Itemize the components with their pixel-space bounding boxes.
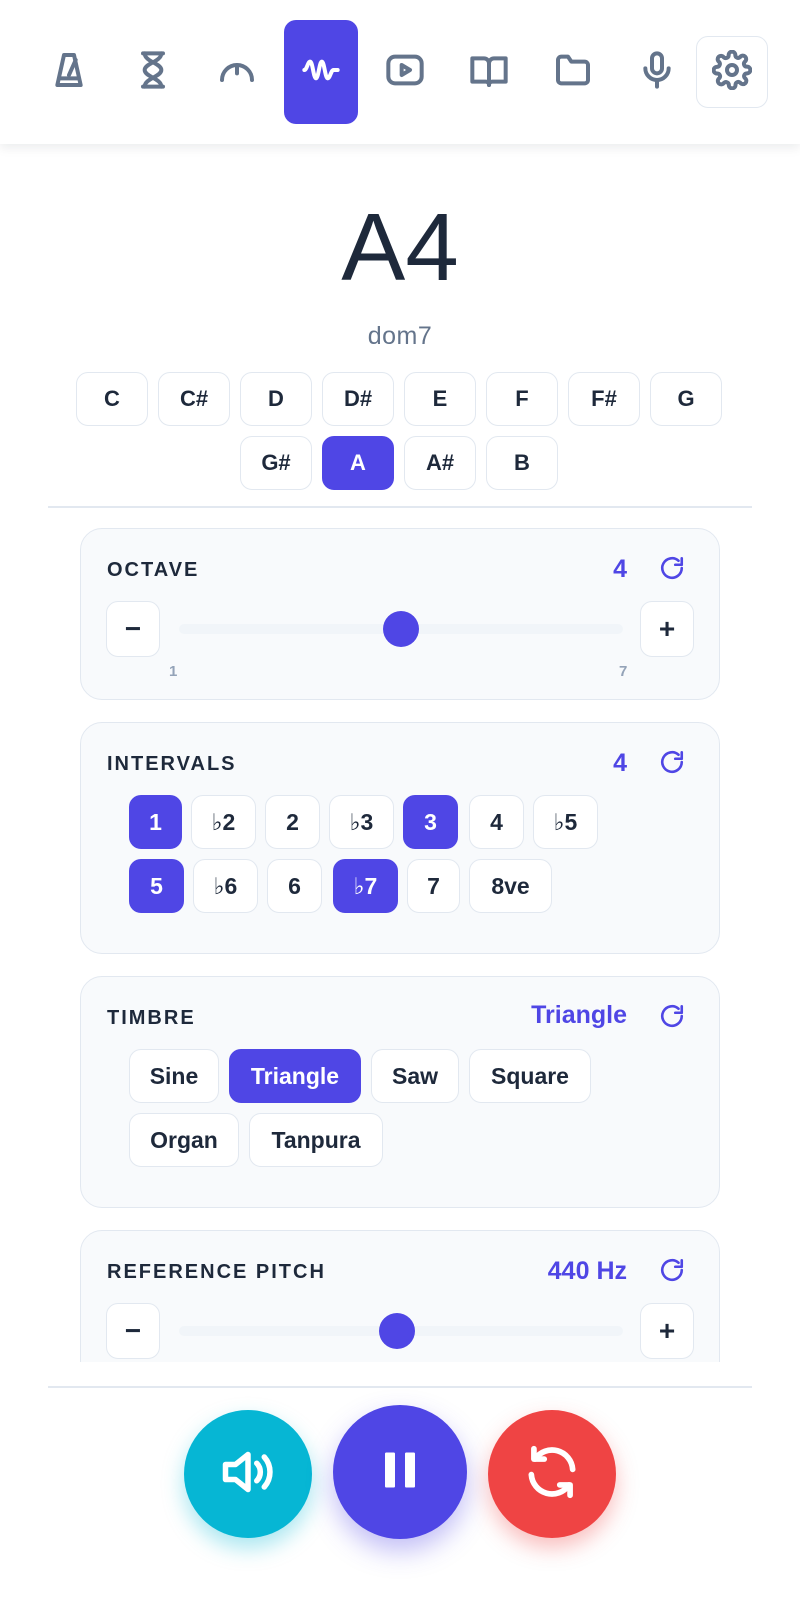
interval-chip-2[interactable]: 2	[265, 795, 320, 849]
note-button-b[interactable]: B	[486, 436, 558, 490]
divider	[48, 506, 752, 508]
timbre-option-square[interactable]: Square	[469, 1049, 591, 1103]
top-navigation	[0, 0, 800, 144]
nav-microphone[interactable]	[620, 20, 694, 124]
note-button-d[interactable]: D	[240, 372, 312, 426]
octave-reset-icon[interactable]	[659, 555, 685, 581]
reference-pitch-increment-button[interactable]: +	[640, 1303, 694, 1359]
intervals-card: INTERVALS 4 1 ♭2 2 ♭3 3 4 ♭5 5 ♭6 6 ♭7 7…	[80, 722, 720, 954]
interval-chip-flat-3[interactable]: ♭3	[329, 795, 394, 849]
interval-chip-6[interactable]: 6	[267, 859, 322, 913]
intervals-title: INTERVALS	[107, 753, 237, 775]
octave-slider-thumb[interactable]	[383, 611, 419, 647]
note-button-g-sharp[interactable]: G#	[240, 436, 312, 490]
timbre-option-triangle[interactable]: Triangle	[229, 1049, 361, 1103]
timbre-title: TIMBRE	[107, 1007, 196, 1029]
interval-chip-5[interactable]: 5	[129, 859, 184, 913]
pause-icon	[370, 1440, 430, 1505]
nav-tuner[interactable]	[200, 20, 274, 124]
nav-folder[interactable]	[536, 20, 610, 124]
current-note-title: A4	[341, 194, 459, 301]
settings-button[interactable]	[696, 36, 768, 108]
octave-card: OCTAVE 4 − + 1 7	[80, 528, 720, 700]
timbre-value: Triangle	[531, 1001, 627, 1029]
intervals-count: 4	[613, 749, 627, 777]
interval-chip-3[interactable]: 3	[403, 795, 458, 849]
interval-chip-octave[interactable]: 8ve	[469, 859, 552, 913]
nav-video[interactable]	[368, 20, 442, 124]
reference-pitch-decrement-button[interactable]: −	[106, 1303, 160, 1359]
tuner-gauge-icon	[217, 50, 257, 95]
folder-icon	[553, 50, 593, 95]
reference-pitch-reset-icon[interactable]	[659, 1257, 685, 1283]
note-button-a-sharp[interactable]: A#	[404, 436, 476, 490]
video-icon	[385, 50, 425, 95]
octave-max-label: 7	[619, 663, 628, 680]
interval-chip-4[interactable]: 4	[469, 795, 524, 849]
microphone-icon	[637, 50, 677, 95]
book-icon	[469, 50, 509, 95]
note-button-g[interactable]: G	[650, 372, 722, 426]
refresh-icon	[521, 1441, 583, 1508]
waveform-icon	[301, 50, 341, 95]
octave-value: 4	[613, 555, 627, 583]
note-button-f-sharp[interactable]: F#	[568, 372, 640, 426]
nav-metronome[interactable]	[32, 20, 106, 124]
interval-chip-flat-7[interactable]: ♭7	[333, 859, 398, 913]
refresh-button[interactable]	[488, 1410, 616, 1538]
interval-chip-flat-5[interactable]: ♭5	[533, 795, 598, 849]
interval-chip-flat-2[interactable]: ♭2	[191, 795, 256, 849]
timbre-option-sine[interactable]: Sine	[129, 1049, 219, 1103]
timbre-card: TIMBRE Triangle Sine Triangle Saw Square…	[80, 976, 720, 1208]
nav-book[interactable]	[452, 20, 526, 124]
pause-button[interactable]	[333, 1405, 467, 1539]
reference-pitch-value: 440 Hz	[547, 1257, 627, 1285]
octave-increment-button[interactable]: +	[640, 601, 694, 657]
reference-pitch-card: REFERENCE PITCH 440 Hz − +	[80, 1230, 720, 1362]
bottom-divider	[48, 1386, 752, 1388]
settings-scroll-area[interactable]: OCTAVE 4 − + 1 7 INTERVALS 4 1 ♭2 2 ♭3 3…	[0, 518, 800, 1362]
timbre-option-organ[interactable]: Organ	[129, 1113, 239, 1167]
note-button-f[interactable]: F	[486, 372, 558, 426]
octave-decrement-button[interactable]: −	[106, 601, 160, 657]
interval-chip-flat-6[interactable]: ♭6	[193, 859, 258, 913]
note-button-d-sharp[interactable]: D#	[322, 372, 394, 426]
timbre-option-saw[interactable]: Saw	[371, 1049, 459, 1103]
timbre-option-tanpura[interactable]: Tanpura	[249, 1113, 383, 1167]
speaker-icon	[218, 1442, 278, 1507]
reference-pitch-slider-thumb[interactable]	[378, 1313, 415, 1349]
timbre-reset-icon[interactable]	[659, 1003, 685, 1029]
hourglass-icon	[133, 50, 173, 95]
note-button-a[interactable]: A	[322, 436, 394, 490]
gear-icon	[711, 49, 753, 95]
interval-chip-7[interactable]: 7	[407, 859, 460, 913]
octave-min-label: 1	[169, 663, 178, 680]
octave-title: OCTAVE	[107, 559, 200, 581]
interval-chip-1[interactable]: 1	[129, 795, 182, 849]
sound-button[interactable]	[184, 1410, 312, 1538]
metronome-icon	[49, 50, 89, 95]
nav-drone[interactable]	[284, 20, 358, 124]
reference-pitch-title: REFERENCE PITCH	[107, 1261, 326, 1283]
intervals-reset-icon[interactable]	[659, 749, 685, 775]
note-button-c-sharp[interactable]: C#	[158, 372, 230, 426]
note-button-e[interactable]: E	[404, 372, 476, 426]
note-button-c[interactable]: C	[76, 372, 148, 426]
nav-timer[interactable]	[116, 20, 190, 124]
chord-quality-label: dom7	[367, 322, 433, 350]
